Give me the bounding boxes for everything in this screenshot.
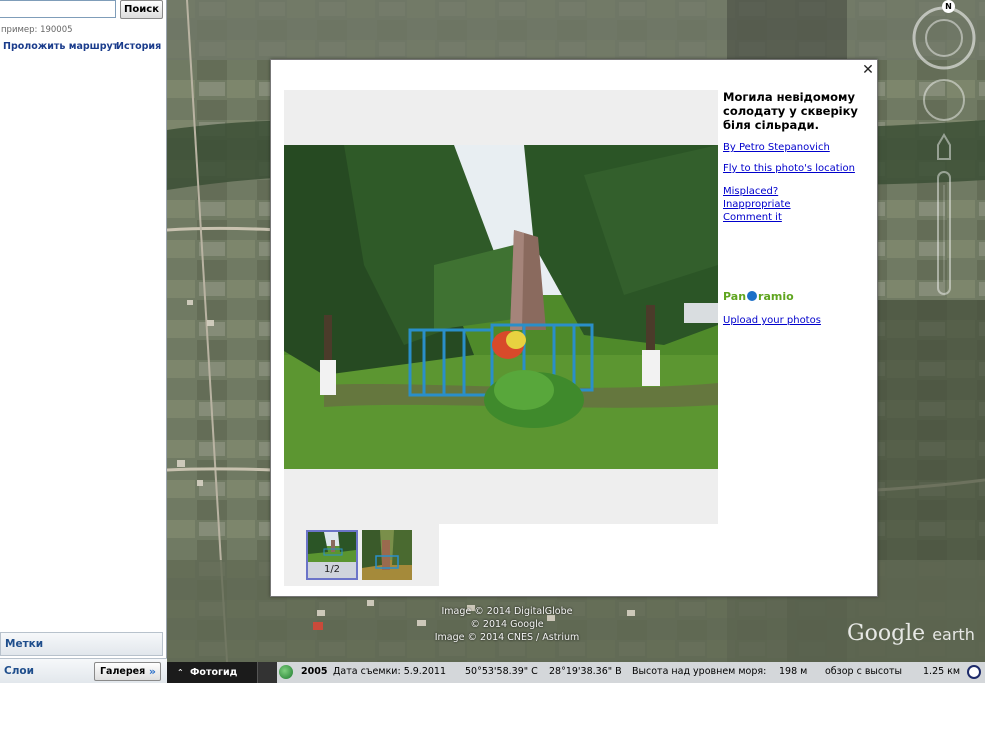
google-earth-window: Поиск пример: 190005 Проложить маршрут И… bbox=[0, 0, 985, 683]
sidebar: Поиск пример: 190005 Проложить маршрут И… bbox=[0, 0, 167, 683]
navigation-controls: N bbox=[907, 0, 985, 300]
thumbnail-strip: 1/2 bbox=[284, 524, 439, 586]
photoguide-label: Фотогид bbox=[190, 667, 238, 678]
logo-google-text: Google bbox=[847, 621, 926, 646]
panoramio-logo[interactable]: Pan ramio bbox=[723, 290, 794, 303]
photoguide-button[interactable]: ⌃ Фотогид bbox=[167, 662, 258, 683]
thumbnail-1[interactable]: 1/2 bbox=[306, 530, 358, 580]
layers-label: Слои bbox=[4, 665, 34, 677]
capture-date: Дата съемки: 5.9.2011 bbox=[333, 666, 447, 677]
logo-earth-text: earth bbox=[932, 625, 975, 644]
chevron-right-icon: » bbox=[148, 665, 156, 678]
search-input[interactable] bbox=[0, 0, 116, 18]
imagery-year: 2005 bbox=[301, 666, 328, 677]
eye-altitude-value: 1.25 км bbox=[923, 666, 961, 677]
upload-photos-link[interactable]: Upload your photos bbox=[723, 315, 821, 326]
gallery-label: Галерея bbox=[100, 666, 146, 677]
elevation-label: Высота над уровнем моря: bbox=[632, 666, 767, 677]
historical-imagery-icon[interactable] bbox=[279, 665, 293, 679]
elevation-value: 198 м bbox=[779, 666, 808, 677]
compass-north-indicator[interactable]: N bbox=[942, 0, 955, 13]
photo-title: Могила невідомому солодату у скверіку бі… bbox=[723, 90, 858, 132]
history-link[interactable]: История bbox=[116, 41, 161, 52]
google-earth-logo: Google earth bbox=[847, 621, 975, 646]
places-label: Метки bbox=[5, 638, 44, 650]
search-button[interactable]: Поиск bbox=[120, 0, 163, 19]
photo-popup: ✕ 1/2 Могила невідомому солодату у сквер… bbox=[270, 59, 878, 597]
fly-to-location-link[interactable]: Fly to this photo's location bbox=[723, 163, 855, 174]
longitude-readout: 28°19'38.36" В bbox=[549, 666, 622, 677]
route-link[interactable]: Проложить маршрут bbox=[3, 41, 118, 52]
panoramio-o-icon bbox=[747, 291, 758, 301]
latitude-readout: 50°53'58.39" С bbox=[465, 666, 538, 677]
imagery-credit: Image © 2014 CNES / Astrium bbox=[434, 632, 580, 643]
gallery-button[interactable]: Галерея » bbox=[94, 662, 161, 681]
thumbnail-2[interactable] bbox=[362, 530, 412, 580]
author-link[interactable]: By Petro Stepanovich bbox=[723, 142, 830, 153]
thumbnail-1-image bbox=[308, 532, 356, 562]
main-photo[interactable] bbox=[284, 145, 718, 469]
layers-panel[interactable]: Слои Галерея » bbox=[0, 658, 167, 683]
imagery-credit: © 2014 Google bbox=[470, 619, 544, 630]
misplaced-link[interactable]: Misplaced? bbox=[723, 186, 778, 197]
comment-link[interactable]: Comment it bbox=[723, 212, 782, 223]
panoramio-logo-right: ramio bbox=[758, 290, 794, 303]
places-panel[interactable]: Метки bbox=[0, 632, 163, 656]
photo-viewer bbox=[284, 90, 718, 524]
status-info: 2005 Дата съемки: 5.9.2011 50°53'58.39" … bbox=[277, 662, 985, 683]
search-hint: пример: 190005 bbox=[1, 25, 73, 35]
inappropriate-link[interactable]: Inappropriate bbox=[723, 199, 791, 210]
close-button[interactable]: ✕ bbox=[861, 62, 875, 78]
thumbnail-2-image bbox=[362, 530, 412, 580]
eye-altitude-label: обзор с высоты bbox=[825, 666, 902, 677]
navigation-controls-graphic bbox=[912, 6, 976, 295]
photo-counter: 1/2 bbox=[308, 562, 356, 578]
imagery-credit: Image © 2014 DigitalGlobe bbox=[441, 606, 573, 617]
panoramio-logo-left: Pan bbox=[723, 290, 747, 303]
chevron-up-icon: ⌃ bbox=[177, 668, 184, 677]
photo-image bbox=[284, 145, 718, 469]
status-bar: ⌃ Фотогид 2005 Дата съемки: 5.9.2011 50°… bbox=[167, 662, 985, 683]
streaming-indicator-icon bbox=[967, 665, 981, 679]
